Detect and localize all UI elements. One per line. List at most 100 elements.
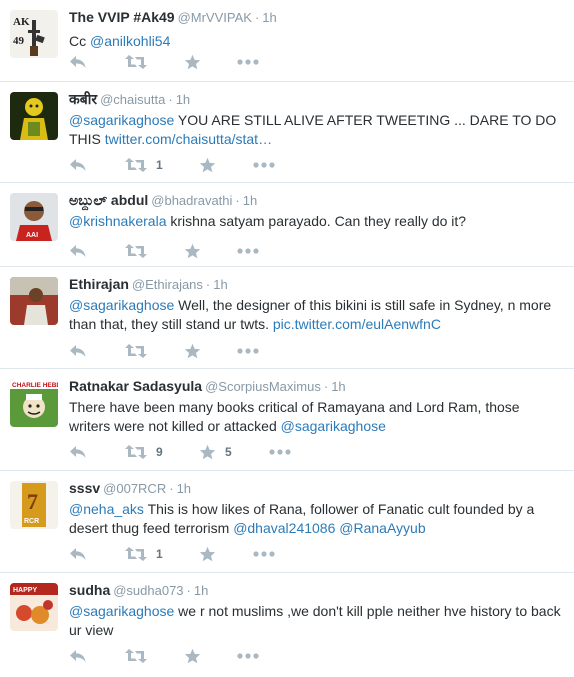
tweet: Ethirajan @Ethirajans · 1h @sagarikaghose W… — [0, 267, 574, 369]
7-rcr-logo-avatar[interactable]: 7 RCR — [10, 481, 58, 529]
more-icon — [237, 348, 259, 354]
more-button[interactable] — [253, 155, 275, 175]
rifle-ak49-avatar[interactable]: AK 49 — [10, 10, 58, 58]
separator-dot: · — [323, 379, 329, 394]
tweet-timestamp[interactable]: 1h — [176, 92, 190, 107]
man-red-shirt-avatar[interactable]: AAI — [10, 193, 58, 241]
mention-link[interactable]: @krishnakerala — [69, 213, 166, 229]
author-name[interactable]: Ethirajan — [69, 276, 129, 292]
retweet-button[interactable]: 1 — [125, 544, 163, 564]
star-icon — [184, 648, 201, 664]
reply-icon — [70, 345, 86, 357]
tweet-timestamp[interactable]: 1h — [262, 10, 276, 25]
reply-button[interactable] — [69, 544, 87, 564]
author-handle[interactable]: @MrVVIPAK — [178, 10, 252, 25]
tweet-text: @sagarikaghose we r not muslims ,we don'… — [69, 602, 568, 640]
mention-link[interactable]: @anilkohli54 — [90, 33, 170, 49]
svg-text:AK: AK — [13, 16, 30, 28]
star-icon — [199, 546, 216, 562]
author-handle[interactable]: @007RCR — [103, 481, 166, 496]
retweet-icon — [125, 445, 147, 459]
more-button[interactable] — [269, 442, 291, 462]
tweet-text-segment: There have been many books critical of R… — [69, 399, 520, 415]
mention-link[interactable]: @RanaAyyub — [339, 520, 425, 536]
favorite-count: 5 — [225, 445, 232, 459]
tweet-timestamp[interactable]: 1h — [331, 379, 345, 394]
retweet-button[interactable] — [125, 52, 147, 72]
retweet-button[interactable] — [125, 341, 147, 361]
retweet-icon — [125, 547, 147, 561]
author-name[interactable]: कबीर — [69, 91, 97, 107]
person-photo-avatar[interactable] — [10, 277, 58, 325]
star-icon — [199, 444, 216, 460]
author-handle[interactable]: @bhadravathi — [151, 193, 232, 208]
separator-dot: · — [169, 481, 174, 496]
tweet-timestamp[interactable]: 1h — [213, 277, 227, 292]
more-icon — [237, 653, 259, 659]
retweet-icon — [125, 158, 147, 172]
author-handle[interactable]: @ScorpiusMaximus — [205, 379, 321, 394]
happy-new-year-avatar[interactable]: HAPPY — [10, 583, 58, 631]
tweet-text: @sagarikaghose Well, the designer of thi… — [69, 296, 568, 334]
tweet-text-segment: YOU ARE STILL ALIVE AFTER TWEETING ... D… — [174, 112, 557, 128]
mention-link[interactable]: @neha_aks — [69, 501, 144, 517]
mention-link[interactable]: @sagarikaghose — [69, 297, 174, 313]
tweet-text-segment: Cc — [69, 33, 90, 49]
more-button[interactable] — [237, 646, 259, 666]
favorite-button[interactable] — [184, 52, 201, 72]
retweet-button[interactable] — [125, 241, 147, 261]
reply-button[interactable] — [69, 241, 87, 261]
more-icon — [237, 59, 259, 65]
tweet: 7 RCR sssv @007RCR · 1h @neha_aks This is h… — [0, 471, 574, 573]
charlie-hebdo-cover-avatar[interactable]: CHARLIE HEBDO — [10, 379, 58, 427]
reply-button[interactable] — [69, 52, 87, 72]
favorite-button[interactable] — [184, 646, 201, 666]
author-name[interactable]: sudha — [69, 582, 110, 598]
mention-link[interactable]: @sagarikaghose — [69, 603, 174, 619]
author-name[interactable]: sssv — [69, 480, 100, 496]
tweet-url-link[interactable]: pic.twitter.com/eulAenwfnC — [273, 316, 441, 332]
more-button[interactable] — [237, 341, 259, 361]
separator-dot: · — [254, 10, 260, 25]
retweet-button[interactable]: 1 — [125, 155, 163, 175]
tweet-url-link[interactable]: twitter.com/chaisutta/stat… — [105, 131, 272, 147]
author-name[interactable]: The VVIP #Ak49 — [69, 9, 175, 25]
tweet: CHARLIE HEBDO Ratnakar Sadasyula@Scorpiu… — [0, 369, 574, 471]
reply-button[interactable] — [69, 155, 87, 175]
mention-link[interactable]: @sagarikaghose — [281, 418, 386, 434]
tweet-timestamp[interactable]: 1h — [243, 193, 257, 208]
favorite-button[interactable] — [184, 241, 201, 261]
favorite-button[interactable] — [199, 155, 216, 175]
tweet-timestamp[interactable]: 1h — [177, 481, 191, 496]
reply-button[interactable] — [69, 442, 87, 462]
more-button[interactable] — [237, 52, 259, 72]
author-name[interactable]: ಅಬ್ದುಲ್ abdul — [69, 192, 148, 208]
retweet-count: 9 — [156, 445, 163, 459]
favorite-button[interactable]: 5 — [199, 442, 232, 462]
reply-button[interactable] — [69, 646, 87, 666]
retweet-count: 1 — [156, 158, 163, 172]
more-button[interactable] — [237, 241, 259, 261]
yellow-figure-avatar[interactable] — [10, 92, 58, 140]
svg-text:49: 49 — [13, 35, 25, 47]
mention-link[interactable]: @dhaval241086 — [233, 520, 335, 536]
reply-icon — [70, 159, 86, 171]
author-name[interactable]: Ratnakar Sadasyula — [69, 378, 202, 394]
retweet-button[interactable]: 9 — [125, 442, 163, 462]
tweet-text: @neha_aks This is how likes of Rana, fol… — [69, 500, 568, 538]
reply-icon — [70, 446, 86, 458]
tweet-timestamp[interactable]: 1h — [194, 583, 208, 598]
svg-text:HAPPY: HAPPY — [13, 587, 37, 594]
favorite-button[interactable] — [184, 341, 201, 361]
separator-dot: · — [186, 583, 191, 598]
author-handle[interactable]: @sudha073 — [113, 583, 183, 598]
tweet-text: @krishnakerala krishna satyam parayado. … — [69, 212, 568, 231]
more-button[interactable] — [253, 544, 275, 564]
author-handle[interactable]: @chaisutta — [100, 92, 165, 107]
author-handle[interactable]: @Ethirajans — [132, 277, 203, 292]
tweet-text-segment: THIS — [69, 131, 105, 147]
mention-link[interactable]: @sagarikaghose — [69, 112, 174, 128]
favorite-button[interactable] — [199, 544, 216, 564]
reply-button[interactable] — [69, 341, 87, 361]
retweet-button[interactable] — [125, 646, 147, 666]
